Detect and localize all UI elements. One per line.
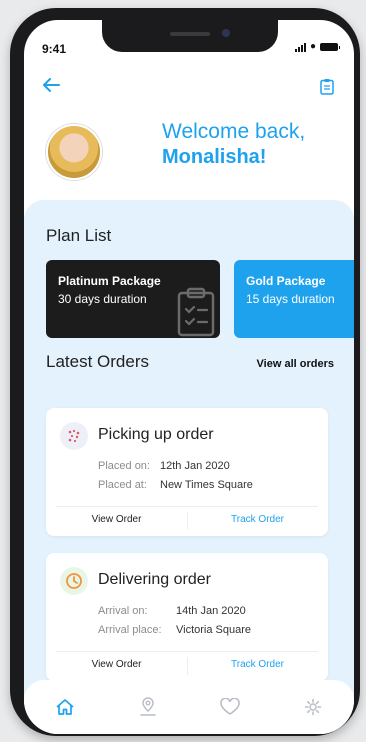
scatter-dots-icon — [60, 422, 88, 450]
plan-name: Platinum Package — [58, 274, 161, 288]
divider — [56, 506, 318, 507]
clipboard-icon — [176, 287, 216, 338]
field-label: Placed on: — [98, 460, 150, 472]
speaker — [170, 32, 210, 36]
back-arrow-icon[interactable] — [42, 78, 60, 97]
field-label: Arrival on: — [98, 605, 148, 617]
view-all-orders-link[interactable]: View all orders — [257, 358, 334, 370]
plan-name: Gold Package — [246, 274, 326, 288]
field-value: 14th Jan 2020 — [176, 605, 246, 617]
battery-icon — [320, 43, 340, 51]
clipboard-icon[interactable] — [320, 78, 334, 100]
app-screen: 9:41 ● Welcome back, Monalisha! Plan Lis… — [24, 20, 354, 734]
latest-orders-title: Latest Orders — [46, 352, 149, 371]
home-icon[interactable] — [45, 692, 85, 722]
welcome-text: Welcome back, — [162, 120, 306, 143]
front-camera — [222, 29, 230, 37]
status-time: 9:41 — [42, 42, 67, 56]
order-field: Placed on: 12th Jan 2020 — [98, 460, 230, 472]
order-card-picking[interactable]: Picking up order Placed on: 12th Jan 202… — [46, 408, 328, 536]
field-value: 12th Jan 2020 — [160, 460, 230, 472]
plan-list-title: Plan List — [46, 226, 112, 245]
order-title: Delivering order — [98, 571, 211, 588]
clock-icon — [60, 567, 88, 595]
avatar[interactable] — [46, 124, 102, 180]
bottom-tab-bar — [24, 680, 354, 734]
view-order-button[interactable]: View Order — [46, 514, 187, 525]
signal-icon — [294, 42, 306, 52]
track-order-button[interactable]: Track Order — [187, 659, 328, 670]
gear-icon[interactable] — [293, 692, 333, 722]
field-value: Victoria Square — [176, 624, 252, 636]
track-order-button[interactable]: Track Order — [187, 514, 328, 525]
plan-duration: 15 days duration — [246, 292, 335, 306]
phone-notch — [102, 20, 278, 52]
divider — [56, 651, 318, 652]
heart-icon[interactable] — [210, 692, 250, 722]
welcome-message: Welcome back, Monalisha! — [162, 120, 332, 169]
order-field: Placed at: New Times Square — [98, 479, 253, 491]
main-panel: Plan List Platinum Package 30 days durat… — [24, 200, 354, 734]
user-name: Monalisha! — [162, 146, 267, 168]
order-field: Arrival place: Victoria Square — [98, 624, 251, 636]
plan-card-gold[interactable]: Gold Package 15 days duration — [234, 260, 354, 338]
field-label: Placed at: — [98, 479, 147, 491]
field-label: Arrival place: — [98, 624, 162, 636]
status-icons: ● — [294, 41, 340, 52]
order-title: Picking up order — [98, 426, 214, 443]
view-order-button[interactable]: View Order — [46, 659, 187, 670]
field-value: New Times Square — [160, 479, 253, 491]
order-card-delivering[interactable]: Delivering order Arrival on: 14th Jan 20… — [46, 553, 328, 681]
order-field: Arrival on: 14th Jan 2020 — [98, 605, 246, 617]
plan-duration: 30 days duration — [58, 292, 147, 306]
location-icon[interactable] — [128, 692, 168, 722]
plan-card-platinum[interactable]: Platinum Package 30 days duration — [46, 260, 220, 338]
wifi-icon: ● — [309, 41, 316, 52]
